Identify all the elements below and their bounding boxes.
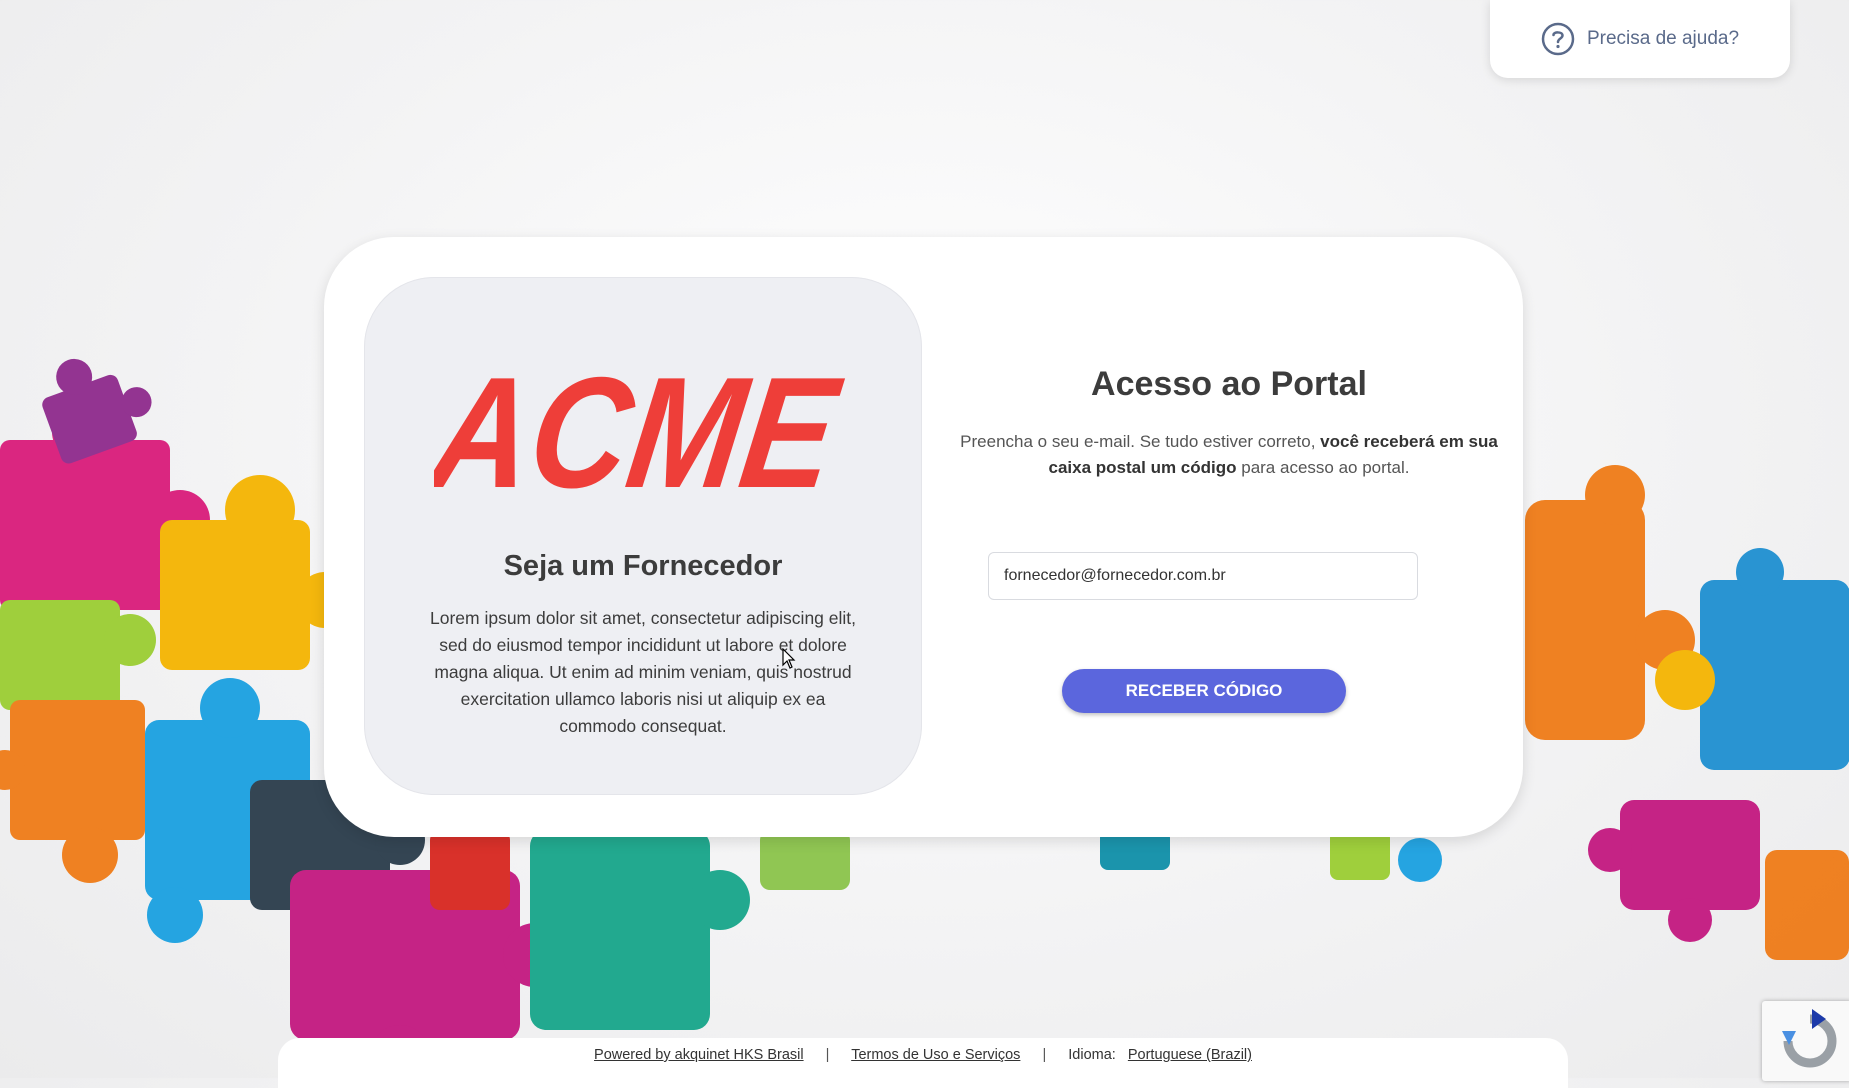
footer-separator: | xyxy=(825,1047,830,1063)
mouse-cursor-icon xyxy=(782,648,796,669)
acme-logo: ACME xyxy=(434,362,850,497)
svg-text:ACME: ACME xyxy=(434,362,850,497)
question-circle-icon xyxy=(1541,22,1575,56)
footer-separator: | xyxy=(1042,1047,1047,1063)
brand-panel: ACME Seja um Fornecedor Lorem ipsum dolo… xyxy=(364,277,922,795)
language-selector[interactable]: Portuguese (Brazil) xyxy=(1128,1047,1252,1063)
email-field[interactable] xyxy=(988,552,1418,600)
terms-link[interactable]: Termos de Uso e Serviços xyxy=(851,1047,1020,1063)
receive-code-button[interactable]: RECEBER CÓDIGO xyxy=(1062,669,1346,713)
language-label: Idioma: xyxy=(1068,1047,1116,1063)
recaptcha-badge[interactable] xyxy=(1762,1001,1849,1081)
login-card: ACME Seja um Fornecedor Lorem ipsum dolo… xyxy=(324,237,1523,837)
recaptcha-icon xyxy=(1782,1009,1837,1068)
portal-description: Preencha o seu e-mail. Se tudo estiver c… xyxy=(960,432,1498,477)
help-button[interactable]: Precisa de ajuda? xyxy=(1490,0,1790,78)
powered-by-link[interactable]: Powered by akquinet HKS Brasil xyxy=(594,1047,804,1063)
help-label: Precisa de ajuda? xyxy=(1586,28,1740,49)
brand-title: Seja um Fornecedor xyxy=(503,550,783,582)
brand-description: Lorem ipsum dolor sit amet, consectetur … xyxy=(429,608,857,736)
footer: Powered by akquinet HKS Brasil | Termos … xyxy=(278,1038,1568,1088)
portal-title: Acesso ao Portal xyxy=(1091,365,1367,403)
